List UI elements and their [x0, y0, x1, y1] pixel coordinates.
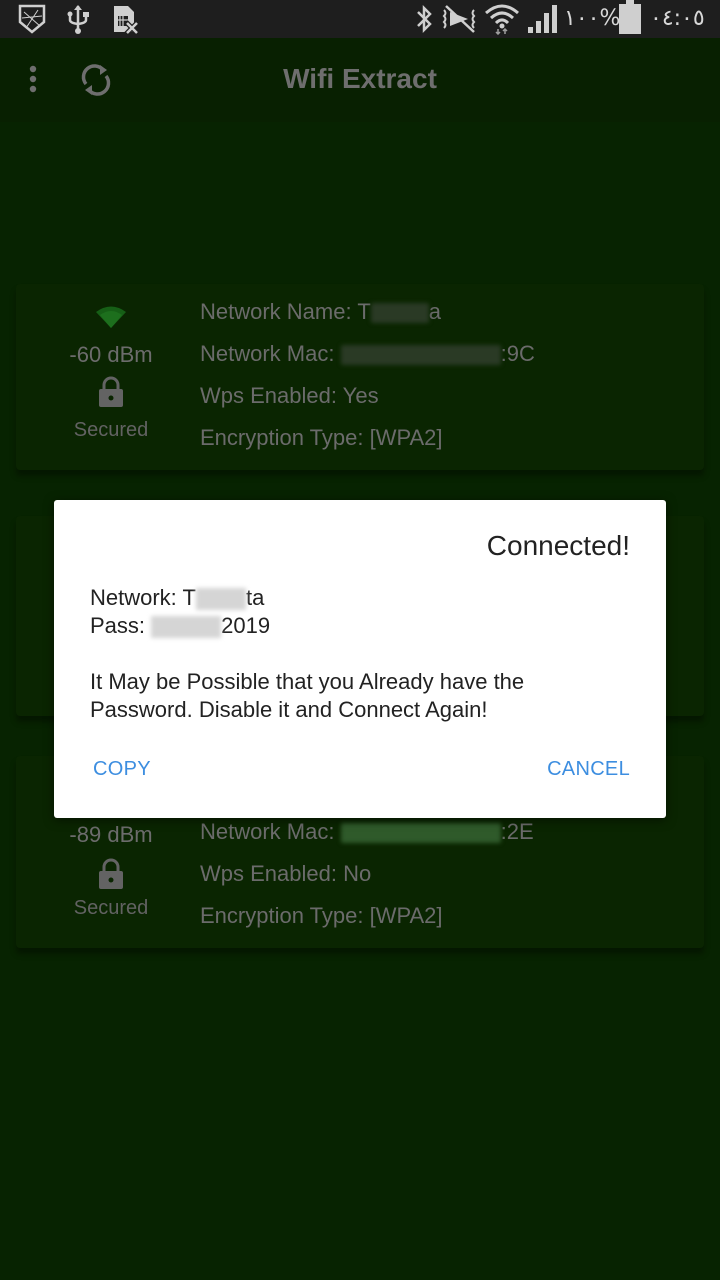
battery-percent: ١٠٠% — [564, 6, 621, 31]
dialog-message-line2: Password. Disable it and Connect Again! — [90, 697, 488, 722]
redacted-text — [151, 616, 222, 639]
status-bar: ١٠٠% ٠٤:٠٥ — [0, 0, 720, 38]
vibrate-off-icon — [442, 4, 478, 34]
clock: ٠٤:٠٥ — [650, 6, 705, 31]
copy-button[interactable]: COPY — [93, 758, 151, 781]
battery-icon — [618, 0, 642, 34]
dialog-message-line1: It May be Possible that you Already have… — [90, 669, 525, 694]
wifi-data-icon — [484, 4, 520, 35]
dialog-title: Connected! — [486, 530, 630, 561]
usb-icon — [66, 4, 90, 34]
cancel-button[interactable]: CANCEL — [547, 758, 630, 781]
dialog-password[interactable]: Pass: 2019 — [90, 613, 270, 639]
shield-app-icon — [18, 4, 46, 34]
cell-signal-icon — [526, 4, 562, 34]
redacted-text — [195, 588, 246, 611]
connected-dialog: Connected! Network: Tta Pass: 2019 It Ma… — [54, 500, 666, 818]
bluetooth-icon — [414, 4, 434, 34]
no-sim-icon — [112, 4, 140, 34]
dialog-network: Network: Tta — [90, 585, 265, 611]
